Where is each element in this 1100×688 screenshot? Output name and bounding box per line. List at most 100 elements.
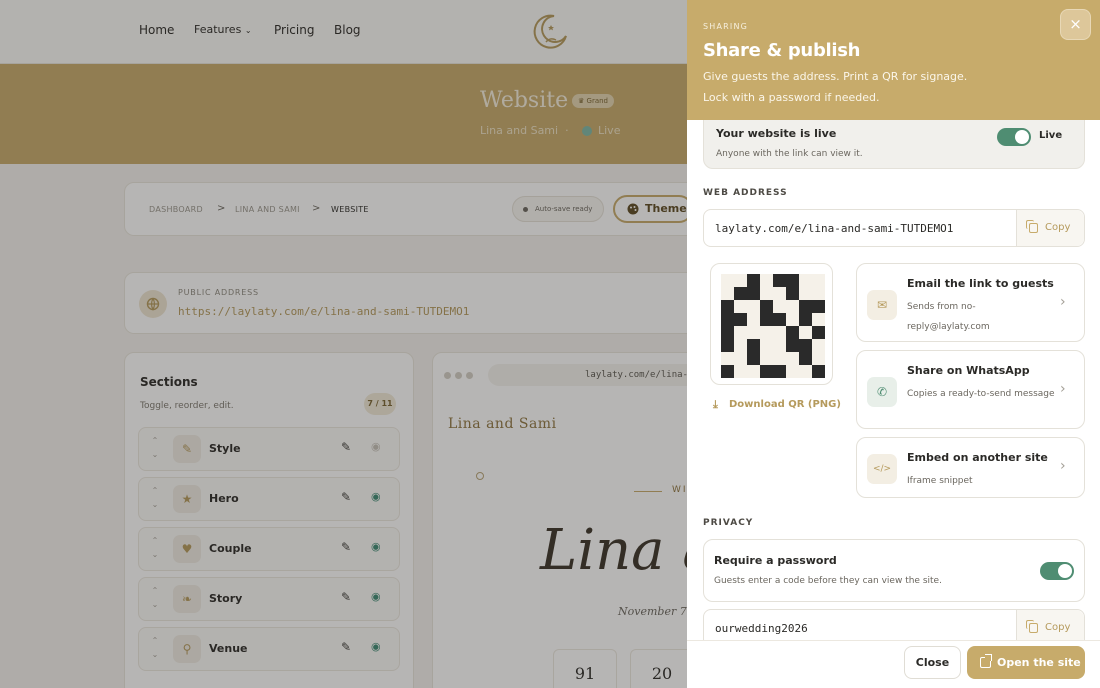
qr-module — [760, 287, 773, 300]
drawer-footer: Close Open the site — [687, 640, 1100, 688]
live-toggle-label: Live — [1039, 130, 1063, 141]
password-toggle[interactable] — [1040, 562, 1074, 580]
drawer-title: Share & publish — [703, 40, 861, 61]
password-field[interactable]: ourwedding2026 Copy — [703, 609, 1085, 640]
qr-module — [747, 365, 760, 378]
qr-module — [786, 326, 799, 339]
qr-module — [721, 352, 734, 365]
code-icon: </> — [867, 454, 897, 484]
action-subtitle: Sends from no-reply@laylaty.com — [907, 302, 990, 332]
qr-module — [734, 326, 747, 339]
qr-module — [773, 365, 786, 378]
qr-module — [812, 326, 825, 339]
copy-url-button[interactable]: Copy — [1016, 210, 1084, 246]
qr-module — [773, 326, 786, 339]
qr-module — [760, 274, 773, 287]
qr-module — [799, 300, 812, 313]
qr-module — [721, 313, 734, 326]
qr-module — [812, 365, 825, 378]
toggle-knob — [1015, 130, 1029, 144]
qr-module — [721, 274, 734, 287]
qr-module — [773, 287, 786, 300]
qr-module — [734, 365, 747, 378]
qr-module — [721, 339, 734, 352]
qr-module — [812, 352, 825, 365]
close-button[interactable]: Close — [904, 646, 961, 679]
qr-module — [773, 352, 786, 365]
drawer-body: Your website is live Anyone with the lin… — [687, 120, 1100, 640]
email-link-action[interactable]: ✉ Email the link to guests Sends from no… — [856, 263, 1085, 342]
qr-module — [760, 326, 773, 339]
qr-module — [747, 300, 760, 313]
copy-password-label: Copy — [1045, 622, 1071, 633]
qr-module — [799, 326, 812, 339]
copy-password-button[interactable]: Copy — [1016, 610, 1084, 640]
copy-icon — [1026, 220, 1038, 233]
qr-module — [747, 339, 760, 352]
qr-module — [734, 352, 747, 365]
qr-module — [786, 339, 799, 352]
qr-module — [760, 352, 773, 365]
embed-action[interactable]: </> Embed on another site Iframe snippet… — [856, 437, 1085, 498]
action-title: Embed on another site — [907, 451, 1048, 464]
qr-module — [760, 365, 773, 378]
qr-module — [799, 287, 812, 300]
qr-module — [721, 300, 734, 313]
qr-module — [786, 313, 799, 326]
qr-module — [799, 339, 812, 352]
live-status-card: Your website is live Anyone with the lin… — [703, 120, 1085, 169]
live-subtitle: Anyone with the link can view it. — [716, 149, 863, 159]
qr-module — [799, 313, 812, 326]
whatsapp-icon: ✆ — [867, 377, 897, 407]
action-subtitle: Iframe snippet — [907, 476, 973, 486]
qr-module — [747, 287, 760, 300]
qr-module — [773, 313, 786, 326]
password-subtitle: Guests enter a code before they can view… — [714, 576, 942, 586]
external-link-icon — [980, 654, 992, 668]
qr-module — [747, 352, 760, 365]
action-title: Share on WhatsApp — [907, 364, 1030, 377]
chevron-right-icon: › — [1060, 294, 1066, 310]
drawer-description: Give guests the address. Print a QR for … — [703, 70, 968, 83]
qr-module — [786, 352, 799, 365]
live-title: Your website is live — [716, 127, 837, 140]
password-title: Require a password — [714, 554, 837, 567]
qr-module — [773, 339, 786, 352]
password-value[interactable]: ourwedding2026 — [715, 622, 808, 635]
qr-module — [812, 287, 825, 300]
qr-module — [799, 274, 812, 287]
copy-url-label: Copy — [1045, 222, 1071, 233]
download-icon: ⤓ — [713, 398, 718, 411]
share-drawer: Your website is live Anyone with the lin… — [687, 0, 1100, 688]
qr-module — [786, 274, 799, 287]
toggle-knob — [1058, 564, 1072, 578]
qr-module — [786, 365, 799, 378]
qr-code-card — [710, 263, 833, 385]
action-subtitle: Copies a ready-to-send message — [907, 389, 1055, 399]
web-address-url[interactable]: laylaty.com/e/lina-and-sami-TUTDEMO1 — [715, 222, 953, 235]
qr-module — [812, 339, 825, 352]
whatsapp-share-action[interactable]: ✆ Share on WhatsApp Copies a ready-to-se… — [856, 350, 1085, 429]
qr-module — [760, 300, 773, 313]
close-icon[interactable]: × — [1060, 9, 1091, 40]
chevron-right-icon: › — [1060, 381, 1066, 397]
qr-module — [786, 287, 799, 300]
qr-module — [799, 352, 812, 365]
qr-module — [721, 326, 734, 339]
envelope-icon: ✉ — [867, 290, 897, 320]
download-qr-label: Download QR (PNG) — [729, 399, 841, 410]
download-qr-button[interactable]: ⤓ Download QR (PNG) — [713, 398, 841, 411]
open-site-button[interactable]: Open the site — [967, 646, 1085, 679]
qr-module — [734, 339, 747, 352]
live-toggle[interactable] — [997, 128, 1031, 146]
qr-module — [799, 365, 812, 378]
qr-module — [812, 313, 825, 326]
qr-module — [721, 365, 734, 378]
qr-module — [786, 300, 799, 313]
qr-module — [773, 300, 786, 313]
qr-module — [747, 326, 760, 339]
qr-module — [721, 287, 734, 300]
web-address-field[interactable]: laylaty.com/e/lina-and-sami-TUTDEMO1 Cop… — [703, 209, 1085, 247]
qr-module — [734, 287, 747, 300]
drawer-description: Lock with a password if needed. — [703, 91, 880, 104]
